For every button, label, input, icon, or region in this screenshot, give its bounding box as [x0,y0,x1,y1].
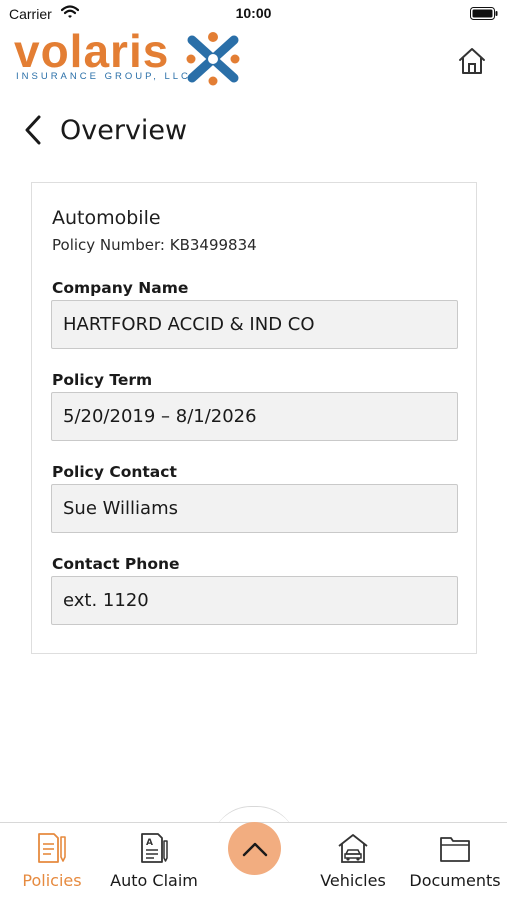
documents-icon [440,837,470,862]
policy-contact-field[interactable]: Sue Williams [51,484,458,533]
policy-contact-label: Policy Contact [52,463,177,481]
svg-text:A: A [146,838,153,848]
home-button[interactable] [455,44,489,78]
tab-policies[interactable]: Policies [20,831,84,890]
logo-subtext: INSURANCE GROUP, LLC. [16,71,197,82]
tab-documents[interactable]: Documents [409,831,501,890]
status-bar: Carrier 10:00 [0,0,507,28]
page-title: Overview [60,114,188,146]
policy-number: Policy Number: KB3499834 [52,236,257,254]
tab-auto-claim[interactable]: A Auto Claim [110,831,198,890]
tab-label: Policies [22,871,82,890]
policy-term-field[interactable]: 5/20/2019 – 8/1/2026 [51,392,458,441]
company-name-field[interactable]: HARTFORD ACCID & IND CO [51,300,458,349]
policy-term-label: Policy Term [52,371,153,389]
tab-label: Documents [409,871,501,890]
logo-mark-icon [186,32,240,86]
vehicles-icon [338,834,368,863]
status-time: 10:00 [235,5,272,21]
policy-card: Automobile Policy Number: KB3499834 Comp… [31,182,477,654]
policy-type: Automobile [52,207,161,229]
battery-icon [470,7,498,20]
home-icon [459,48,485,74]
tab-vehicles[interactable]: Vehicles [320,831,386,890]
contact-phone-field[interactable]: ext. 1120 [51,576,458,625]
logo-wordmark: volaris [14,25,170,77]
company-name-label: Company Name [52,279,189,297]
policies-icon [38,833,66,863]
expand-menu-button[interactable] [228,822,281,875]
chevron-left-icon [25,115,41,145]
tab-label: Vehicles [320,871,386,890]
tab-label: Auto Claim [110,871,198,890]
contact-phone-label: Contact Phone [52,555,180,573]
volaris-logo: volaris INSURANCE GROUP, LLC. [12,25,252,88]
auto-claim-icon: A [141,833,168,863]
chevron-up-icon [242,842,267,856]
back-button[interactable]: Overview [22,110,187,150]
